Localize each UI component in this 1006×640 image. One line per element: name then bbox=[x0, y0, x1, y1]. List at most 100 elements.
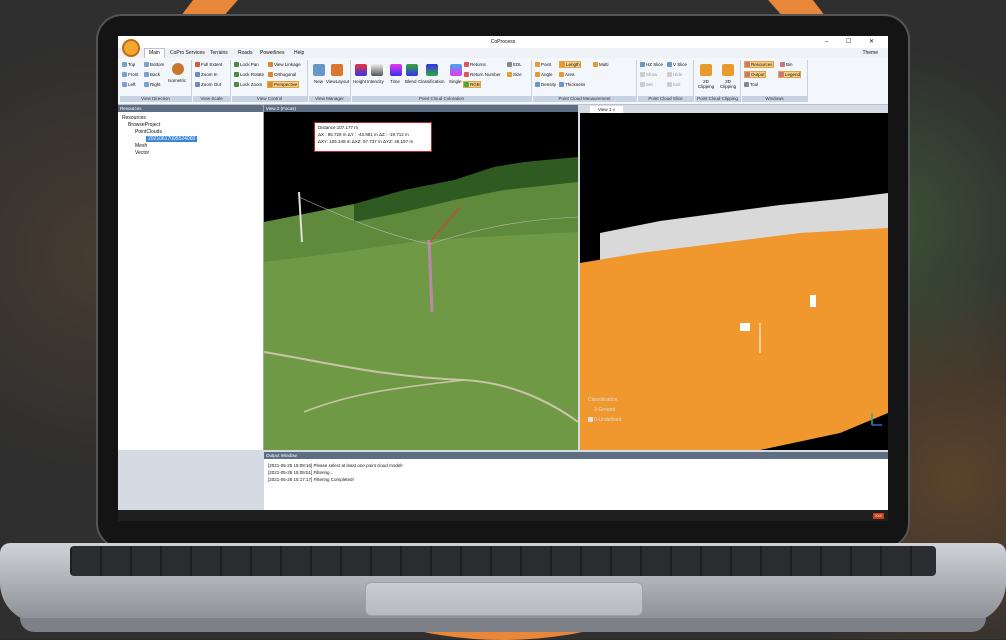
length-icon bbox=[560, 62, 565, 67]
viewlayout-icon[interactable] bbox=[331, 64, 343, 76]
classification-icon[interactable] bbox=[426, 64, 438, 76]
orthogonal-button[interactable]: Orthogonal bbox=[268, 72, 296, 77]
distance-value: Distance:107.177 m bbox=[318, 125, 359, 130]
size-button[interactable]: Size bbox=[507, 72, 522, 77]
area-icon bbox=[559, 72, 564, 77]
area-button[interactable]: Area bbox=[559, 72, 575, 77]
height-label[interactable]: Height bbox=[353, 79, 366, 84]
viewlayout-label[interactable]: ViewLayout bbox=[326, 79, 349, 84]
full-extent-button[interactable]: Full Extent bbox=[195, 62, 222, 67]
new-view-label[interactable]: New bbox=[314, 79, 323, 84]
back-icon bbox=[144, 72, 149, 77]
lock-zoom-label: Lock Zoom bbox=[240, 82, 263, 87]
tool-window-button[interactable]: Tool bbox=[744, 82, 758, 87]
tree-item-vector[interactable]: Vector bbox=[135, 150, 149, 156]
perspective-button[interactable]: Perspective bbox=[267, 81, 299, 88]
zoom-out-button[interactable]: Zoom Out bbox=[195, 82, 221, 87]
single-icon[interactable] bbox=[450, 64, 462, 76]
3d-clipping-icon[interactable] bbox=[722, 64, 734, 76]
tree-item-mesh[interactable]: Mesh bbox=[135, 143, 147, 149]
tab-powerlines[interactable]: Powerlines bbox=[260, 50, 284, 56]
time-icon[interactable] bbox=[390, 64, 402, 76]
exit-icon bbox=[667, 82, 672, 87]
status-badge: XXX bbox=[872, 513, 884, 519]
intencity-icon[interactable] bbox=[371, 64, 383, 76]
return-number-button[interactable]: Return Number bbox=[464, 72, 501, 77]
lock-zoom-button[interactable]: Lock Zoom bbox=[234, 82, 262, 87]
structure-1 bbox=[810, 295, 816, 307]
edl-icon bbox=[507, 62, 512, 67]
tree-item-resources[interactable]: Resources bbox=[122, 115, 146, 121]
v-slice-button[interactable]: V Slice bbox=[667, 62, 687, 67]
group-point-cloud-coloration: Height Intencity Time Blend Classificati… bbox=[352, 60, 532, 102]
isometric-label[interactable]: Isometric bbox=[168, 78, 186, 83]
angle-button[interactable]: Angle bbox=[535, 72, 553, 77]
set-label: Set bbox=[646, 82, 653, 87]
tree-item-pointclouds[interactable]: PointClouds bbox=[135, 129, 162, 135]
new-view-icon[interactable] bbox=[313, 64, 325, 76]
hide-icon bbox=[667, 72, 672, 77]
bottom-view-button[interactable]: Bottom bbox=[144, 62, 164, 67]
3d-clipping-label[interactable]: 3D Clipping bbox=[718, 79, 738, 89]
blend-label[interactable]: Blend bbox=[405, 79, 417, 84]
edl-button[interactable]: EDL bbox=[507, 62, 522, 67]
set-button[interactable]: Set bbox=[640, 82, 653, 87]
left-view-button[interactable]: Left bbox=[122, 82, 136, 87]
tree-item-selected-pointcloud[interactable]: 20210617095524060 bbox=[146, 136, 198, 142]
thickness-button[interactable]: Thickness bbox=[559, 82, 585, 87]
density-button[interactable]: Density bbox=[535, 82, 556, 87]
group-view-direction: Top Bottom Front Back Left Right Isometr… bbox=[120, 60, 192, 102]
view2-viewport[interactable]: View 2 (Focus) bbox=[264, 105, 578, 450]
theme-menu[interactable]: Theme bbox=[862, 50, 878, 56]
classification-label[interactable]: Classification bbox=[418, 79, 445, 84]
isometric-icon[interactable] bbox=[172, 63, 184, 75]
top-view-button[interactable]: Top bbox=[122, 62, 135, 67]
intencity-label[interactable]: Intencity bbox=[367, 79, 384, 84]
returns-button[interactable]: Returns bbox=[464, 62, 486, 67]
hz-slice-button[interactable]: HZ Slice bbox=[640, 62, 663, 67]
blend-icon[interactable] bbox=[406, 64, 418, 76]
window-controls[interactable]: – ☐ ✕ bbox=[825, 38, 882, 45]
hide-button[interactable]: Hide bbox=[667, 72, 682, 77]
orthogonal-icon bbox=[268, 72, 273, 77]
length-button[interactable]: Length bbox=[559, 61, 581, 68]
tree-item-browseproject[interactable]: BrowseProject bbox=[128, 122, 160, 128]
output-window-button[interactable]: Output bbox=[744, 71, 766, 78]
exit-button[interactable]: Exit bbox=[667, 82, 681, 87]
multi-button[interactable]: Multi bbox=[593, 62, 609, 67]
resources-window-button[interactable]: Resources bbox=[744, 61, 774, 68]
tab-terrains[interactable]: Terrains bbox=[210, 50, 228, 56]
lock-pan-button[interactable]: Lock Pan bbox=[234, 62, 259, 67]
tab-help[interactable]: Help bbox=[294, 50, 304, 56]
view1-viewport[interactable]: View 1 x Classification 2-Ground 0-Undef… bbox=[580, 105, 888, 450]
back-view-button[interactable]: Back bbox=[144, 72, 160, 77]
app-logo-icon[interactable] bbox=[122, 39, 140, 57]
ground-points bbox=[580, 228, 888, 450]
2d-clipping-icon[interactable] bbox=[700, 64, 712, 76]
tab-main[interactable]: Main bbox=[144, 48, 165, 58]
view-linkage-button[interactable]: View Linkage bbox=[268, 62, 301, 67]
single-label[interactable]: Single bbox=[449, 79, 462, 84]
point-button[interactable]: Point bbox=[535, 62, 551, 67]
zoom-in-button[interactable]: Zoom In bbox=[195, 72, 218, 77]
2d-clipping-label[interactable]: 2D Clipping bbox=[696, 79, 716, 89]
tab-view1[interactable]: View 1 x bbox=[590, 106, 623, 113]
lock-rotate-button[interactable]: Lock Rotate bbox=[234, 72, 264, 77]
front-view-button[interactable]: Front bbox=[122, 72, 139, 77]
bin-window-button[interactable]: Bin bbox=[780, 62, 793, 67]
right-view-button[interactable]: Right bbox=[144, 82, 161, 87]
tab-roads[interactable]: Roads bbox=[238, 50, 252, 56]
tab-copro-services[interactable]: CoPro Services bbox=[170, 50, 205, 56]
v-slice-label: V Slice bbox=[673, 62, 688, 67]
time-label[interactable]: Time bbox=[390, 79, 400, 84]
height-icon[interactable] bbox=[355, 64, 367, 76]
legend-window-button[interactable]: Legend bbox=[778, 71, 802, 78]
show-button[interactable]: Show bbox=[640, 72, 657, 77]
log-line: [2021-05-25 15:08:16] Please select at l… bbox=[268, 463, 403, 468]
close-icon[interactable]: x bbox=[613, 107, 615, 112]
group-label-coloration: Point Cloud Coloration bbox=[352, 96, 531, 102]
rgb-button[interactable]: RGB bbox=[463, 81, 481, 88]
thickness-icon bbox=[559, 82, 564, 87]
group-label-view-direction: View Direction bbox=[120, 96, 191, 102]
output-log: [2021-05-25 15:08:16] Please select at l… bbox=[268, 462, 403, 483]
